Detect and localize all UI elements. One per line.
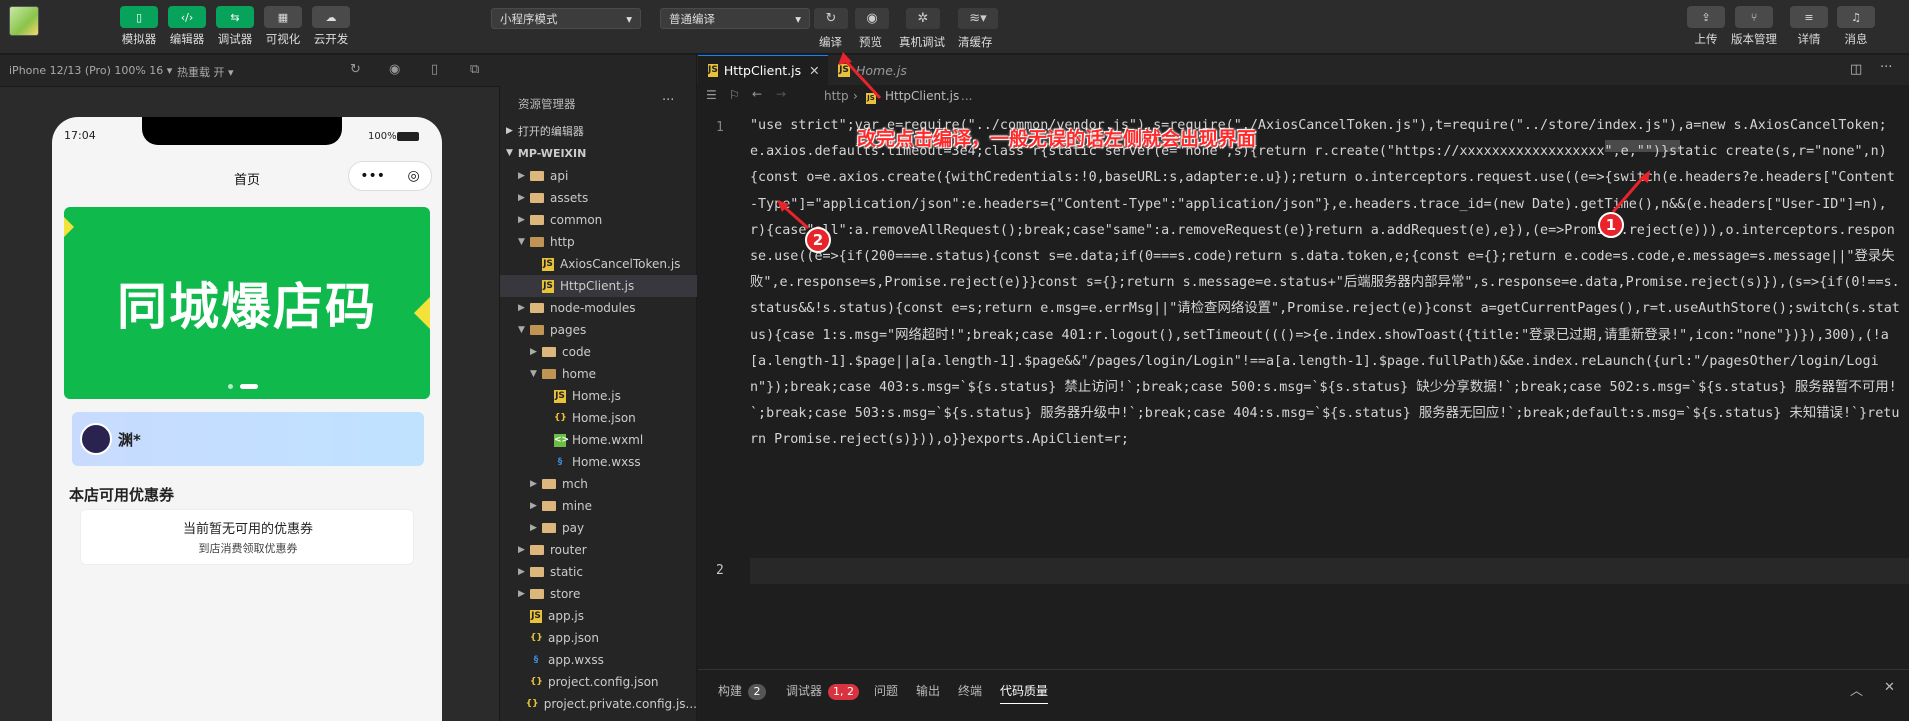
annotation-text: 改完点击编译，一般无误的话左侧就会出现界面 <box>857 128 1257 150</box>
arrow-line <box>1611 174 1647 213</box>
annotation-arrows <box>777 52 1680 230</box>
arrow-line <box>841 56 882 100</box>
arrow-line <box>781 203 809 230</box>
redaction-mark <box>1605 140 1680 152</box>
arrow-head <box>838 52 852 65</box>
annotation-marker-2: 2 <box>805 227 831 253</box>
devtools-window: ▯ 模拟器 ‹/› 编辑器 ⇆ 调试器 ▦ 可视化 ☁ 云开发 小程序模式 ▾ … <box>0 0 1909 721</box>
annotation-marker-1: 1 <box>1598 212 1624 238</box>
